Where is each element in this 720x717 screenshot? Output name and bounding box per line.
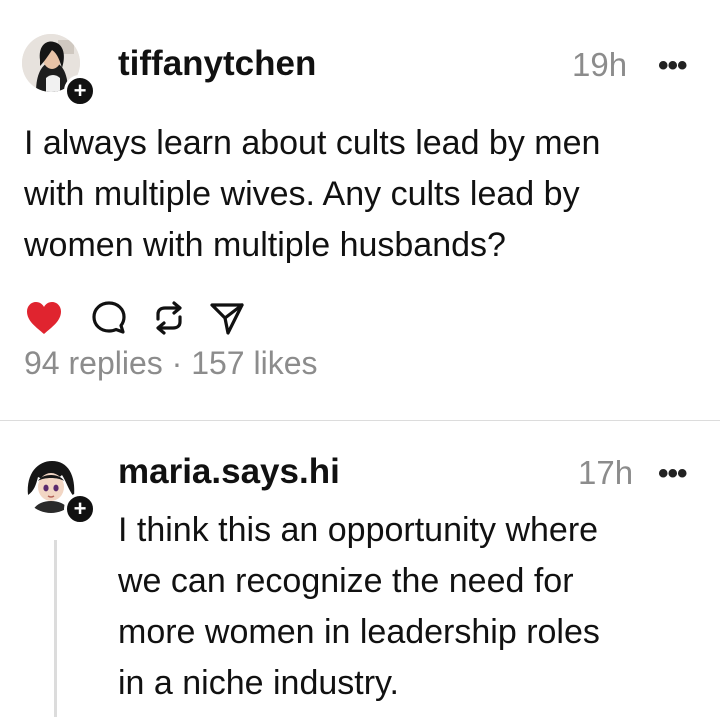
follow-plus-icon[interactable]: + — [64, 75, 96, 107]
more-options-icon[interactable]: ••• — [658, 459, 687, 489]
thread-reply: + maria.says.hi 17h ••• I think this an … — [0, 421, 720, 717]
replies-count[interactable]: 94 replies — [24, 345, 163, 381]
thread-connector-line — [54, 540, 57, 717]
like-button[interactable] — [24, 298, 76, 338]
follow-plus-icon[interactable]: + — [64, 493, 96, 525]
comment-button[interactable] — [90, 298, 142, 338]
share-button[interactable] — [208, 298, 260, 338]
post-stats: 94 replies · 157 likes — [24, 345, 317, 382]
stats-separator: · — [162, 345, 192, 381]
reply-username[interactable]: maria.says.hi — [118, 452, 340, 492]
repost-icon — [156, 301, 182, 335]
reply-timestamp: 17h — [578, 454, 634, 491]
post-timestamp: 19h — [572, 46, 628, 83]
reply-text: I think this an opportunity where we can… — [118, 511, 600, 702]
heart-icon — [27, 302, 61, 334]
likes-count[interactable]: 157 likes — [191, 345, 317, 381]
repost-button[interactable] — [150, 298, 202, 338]
post-text: I always learn about cults lead by men w… — [24, 124, 601, 264]
comment-icon — [92, 301, 126, 334]
share-icon — [210, 303, 244, 335]
more-options-icon[interactable]: ••• — [658, 51, 687, 81]
post-username[interactable]: tiffanytchen — [118, 44, 316, 84]
post-actions — [24, 298, 260, 338]
thread-post: + tiffanytchen 19h ••• I always learn ab… — [0, 0, 720, 420]
